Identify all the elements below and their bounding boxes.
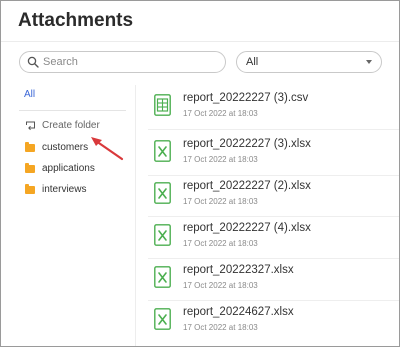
folder-icon bbox=[25, 183, 35, 194]
file-name: report_20222327.xlsx bbox=[183, 264, 294, 276]
search-icon bbox=[27, 56, 39, 68]
sidebar-item-all[interactable]: All bbox=[24, 89, 35, 100]
create-folder-button[interactable]: Create folder bbox=[25, 120, 100, 131]
column-divider bbox=[135, 85, 136, 346]
xlsx-file-icon bbox=[154, 266, 171, 288]
annotation-arrow bbox=[91, 137, 124, 161]
chevron-down-icon bbox=[366, 60, 372, 64]
header-divider bbox=[1, 41, 399, 42]
sidebar-item-label: interviews bbox=[42, 184, 87, 195]
search-input[interactable] bbox=[43, 56, 213, 68]
file-row[interactable]: report_20222227 (4).xlsx 17 Oct 2022 at … bbox=[148, 215, 399, 257]
file-date: 17 Oct 2022 at 18:03 bbox=[183, 109, 258, 118]
search-box[interactable] bbox=[19, 51, 226, 73]
file-name: report_20222227 (3).csv bbox=[183, 92, 309, 104]
filter-selected-value: All bbox=[246, 56, 259, 68]
file-name: report_20222227 (4).xlsx bbox=[183, 222, 311, 234]
sidebar-item-label: applications bbox=[42, 163, 95, 174]
xlsx-file-icon bbox=[154, 182, 171, 204]
folder-icon bbox=[25, 162, 35, 173]
file-date: 17 Oct 2022 at 18:03 bbox=[183, 239, 258, 248]
sidebar-item-applications[interactable]: applications bbox=[25, 162, 95, 174]
file-name: report_20222227 (2).xlsx bbox=[183, 180, 311, 192]
page-title: Attachments bbox=[18, 10, 134, 31]
xlsx-file-icon bbox=[154, 224, 171, 246]
file-row[interactable]: report_20222227 (3).xlsx 17 Oct 2022 at … bbox=[148, 131, 399, 173]
file-date: 17 Oct 2022 at 18:03 bbox=[183, 323, 258, 332]
file-row[interactable]: report_20224627.xlsx 17 Oct 2022 at 18:0… bbox=[148, 299, 399, 341]
file-date: 17 Oct 2022 at 18:03 bbox=[183, 197, 258, 206]
csv-file-icon bbox=[154, 94, 171, 116]
sidebar-item-customers[interactable]: customers bbox=[25, 141, 89, 153]
create-folder-icon bbox=[26, 121, 35, 131]
sidebar-item-interviews[interactable]: interviews bbox=[25, 183, 87, 195]
folder-icon bbox=[25, 141, 35, 152]
file-row[interactable]: report_20222227 (3).csv 17 Oct 2022 at 1… bbox=[148, 85, 399, 127]
file-date: 17 Oct 2022 at 18:03 bbox=[183, 281, 258, 290]
file-row[interactable]: report_20222227 (2).xlsx 17 Oct 2022 at … bbox=[148, 173, 399, 215]
file-name: report_20224627.xlsx bbox=[183, 306, 294, 318]
file-date: 17 Oct 2022 at 18:03 bbox=[183, 155, 258, 164]
file-name: report_20222227 (3).xlsx bbox=[183, 138, 311, 150]
attachments-panel: Attachments All All Create folder custom… bbox=[0, 0, 400, 347]
row-divider bbox=[148, 129, 399, 130]
sidebar-divider bbox=[19, 110, 126, 111]
xlsx-file-icon bbox=[154, 140, 171, 162]
xlsx-file-icon bbox=[154, 308, 171, 330]
filter-select[interactable]: All bbox=[236, 51, 382, 73]
file-row[interactable]: report_20222327.xlsx 17 Oct 2022 at 18:0… bbox=[148, 257, 399, 299]
sidebar-item-label: customers bbox=[42, 142, 89, 153]
create-folder-label: Create folder bbox=[42, 120, 100, 131]
